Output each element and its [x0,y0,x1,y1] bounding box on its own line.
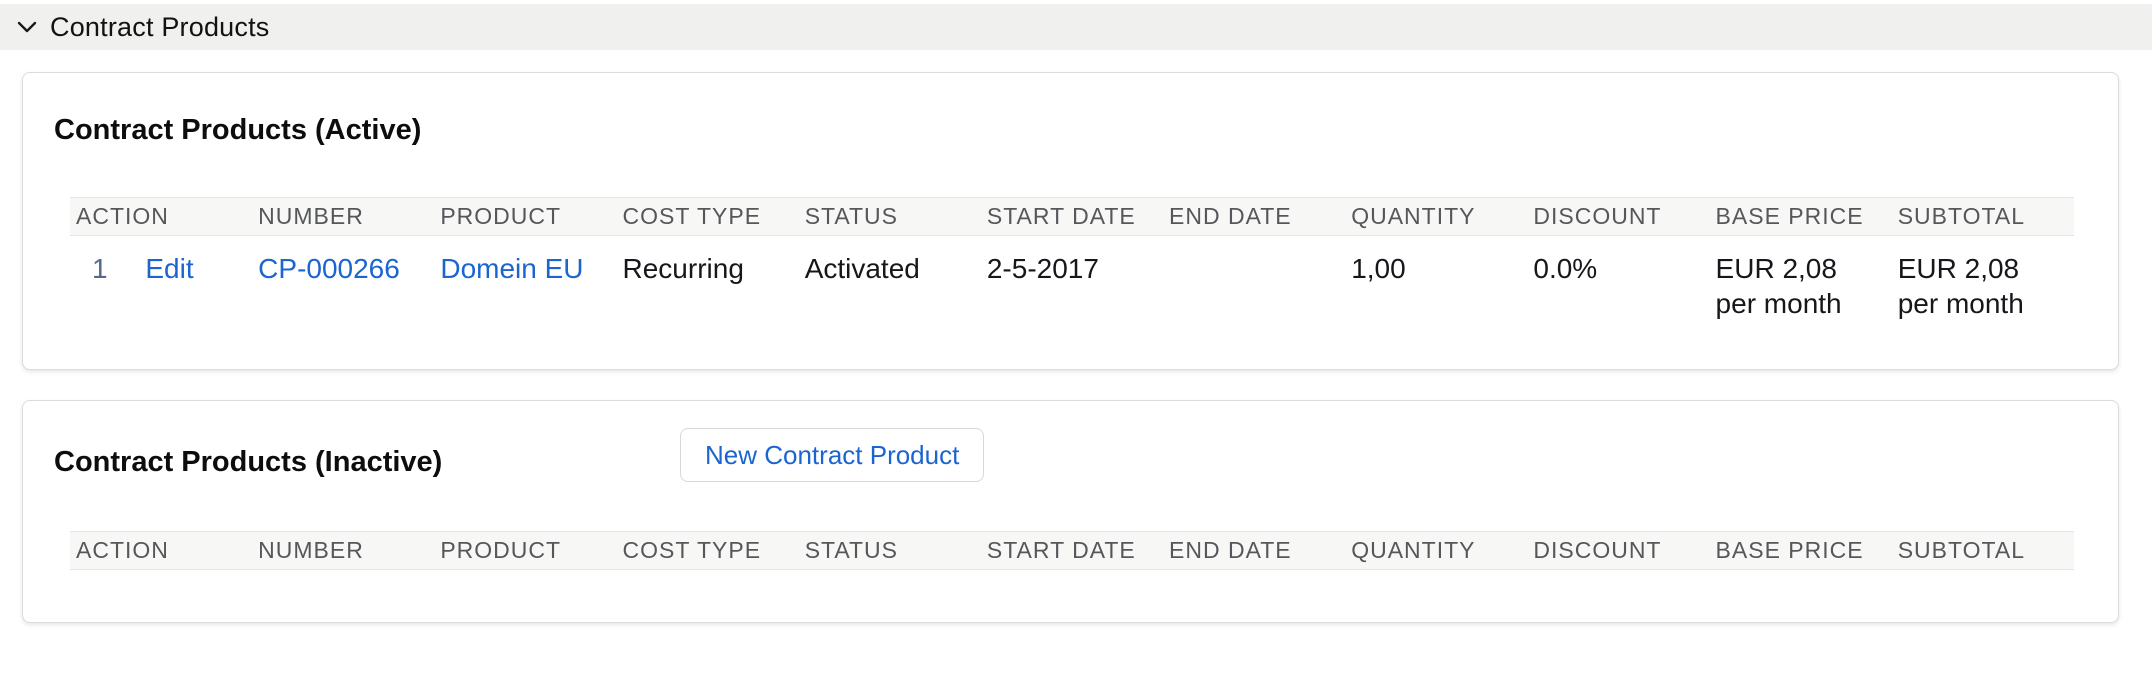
col-header-action: ACTION [70,532,252,570]
section-title: Contract Products [50,12,270,43]
col-header-action: ACTION [70,198,252,236]
active-card-title: Contract Products (Active) [54,113,2118,147]
col-header-number: NUMBER [252,198,434,236]
active-card-header: Contract Products (Active) [23,73,2118,149]
inactive-products-table: ACTION NUMBER PRODUCT COST TYPE STATUS S… [70,531,2074,570]
col-header-subtotal: SUBTOTAL [1892,532,2074,570]
discount-cell: 0.0% [1527,236,1709,322]
subtotal-cell: EUR 2,08 per month [1892,236,2074,322]
col-header-base-price: BASE PRICE [1710,532,1892,570]
active-products-table: ACTION NUMBER PRODUCT COST TYPE STATUS S… [70,197,2074,321]
action-cell: 1 Edit [70,236,252,322]
start-date-cell: 2-5-2017 [981,236,1163,322]
col-header-end-date: END DATE [1163,198,1345,236]
chevron-down-icon[interactable] [14,14,40,40]
col-header-status: STATUS [799,532,981,570]
number-cell: CP-000266 [252,236,434,322]
table-row: 1 Edit CP-000266 Domein EU Recurring Act… [70,236,2074,322]
base-price-cell: EUR 2,08 per month [1710,236,1892,322]
col-header-start-date: START DATE [981,532,1163,570]
inactive-card-header: Contract Products (Inactive) New Contrac… [23,401,2118,479]
edit-link[interactable]: Edit [145,253,193,284]
quantity-cell: 1,00 [1345,236,1527,322]
col-header-number: NUMBER [252,532,434,570]
contract-products-inactive-card: Contract Products (Inactive) New Contrac… [22,400,2119,623]
status-cell: Activated [799,236,981,322]
inactive-card-title: Contract Products (Inactive) [54,445,2118,479]
col-header-status: STATUS [799,198,981,236]
col-header-start-date: START DATE [981,198,1163,236]
new-contract-product-button[interactable]: New Contract Product [680,428,984,482]
cost-type-cell: Recurring [617,236,799,322]
product-link[interactable]: Domein EU [440,253,583,284]
col-header-discount: DISCOUNT [1527,198,1709,236]
col-header-end-date: END DATE [1163,532,1345,570]
contract-product-number-link[interactable]: CP-000266 [258,253,400,284]
col-header-product: PRODUCT [434,532,616,570]
col-header-quantity: QUANTITY [1345,532,1527,570]
col-header-base-price: BASE PRICE [1710,198,1892,236]
col-header-product: PRODUCT [434,198,616,236]
col-header-cost-type: COST TYPE [617,532,799,570]
active-table-header-row: ACTION NUMBER PRODUCT COST TYPE STATUS S… [70,198,2074,236]
contract-products-active-card: Contract Products (Active) ACTION NUMBER… [22,72,2119,370]
section-header[interactable]: Contract Products [0,4,2152,50]
col-header-cost-type: COST TYPE [617,198,799,236]
inactive-table-header-row: ACTION NUMBER PRODUCT COST TYPE STATUS S… [70,532,2074,570]
col-header-quantity: QUANTITY [1345,198,1527,236]
end-date-cell [1163,236,1345,322]
col-header-subtotal: SUBTOTAL [1892,198,2074,236]
product-cell: Domein EU [434,236,616,322]
row-number-link[interactable]: 1 [92,253,108,284]
col-header-discount: DISCOUNT [1527,532,1709,570]
